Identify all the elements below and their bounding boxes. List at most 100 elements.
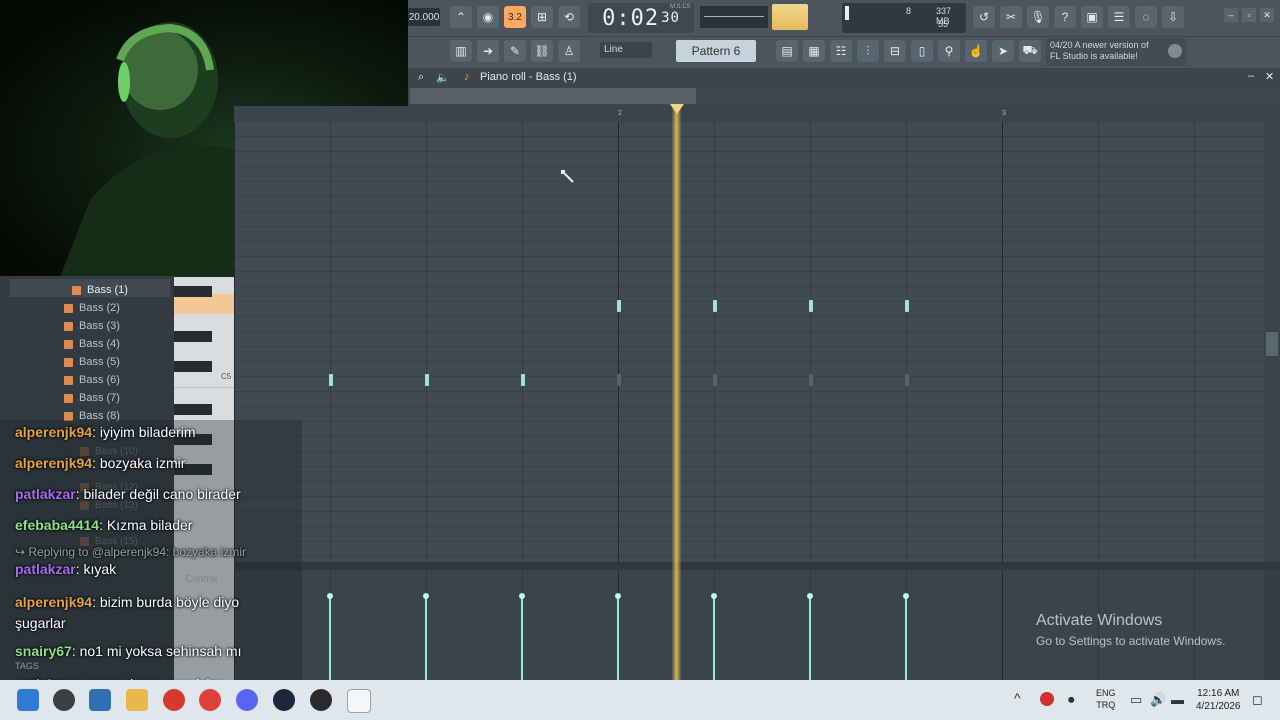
notification-icon[interactable]: ◻	[1252, 692, 1263, 708]
plugin-icon[interactable]: ⚲	[938, 40, 960, 62]
pattern-song-toggle[interactable]: 3.2	[504, 6, 526, 28]
obs-icon[interactable]	[310, 689, 332, 711]
black-key[interactable]	[174, 286, 212, 297]
speaker-icon[interactable]: 🔈	[436, 71, 450, 84]
velocity-stem[interactable]	[327, 593, 333, 680]
note[interactable]	[425, 374, 429, 386]
chat-username[interactable]: alperenjk94	[15, 594, 92, 610]
piano-roll-close-icon[interactable]: ✕	[1265, 70, 1274, 83]
chat-icon[interactable]: ◌	[1135, 6, 1157, 28]
channel-rack-icon[interactable]: ☷	[830, 40, 852, 62]
cut-icon[interactable]: ✂	[1000, 6, 1022, 28]
minimize-icon[interactable]: –	[1224, 8, 1238, 22]
search-icon[interactable]	[53, 689, 75, 711]
velocity-stem[interactable]	[615, 593, 621, 680]
browser-item[interactable]: Bass (7)	[64, 390, 120, 406]
tempo-display[interactable]: 20.000	[408, 8, 440, 26]
brush-icon[interactable]: ✎	[504, 40, 526, 62]
note[interactable]	[713, 300, 717, 312]
touch-icon[interactable]: ☝	[965, 40, 987, 62]
discord-icon[interactable]	[236, 689, 258, 711]
note[interactable]	[521, 374, 525, 386]
magnifier-icon[interactable]: ⌕	[418, 71, 424, 84]
browser-item[interactable]: Bass (2)	[64, 300, 120, 316]
microphone-tray-icon[interactable]: ⏺	[1068, 692, 1075, 708]
velocity-stem[interactable]	[423, 593, 429, 680]
browser-item[interactable]: Bass (1)	[72, 282, 128, 298]
browser-item[interactable]: Bass (3)	[64, 318, 120, 334]
event-editor-divider[interactable]	[234, 562, 1280, 570]
note[interactable]	[905, 300, 909, 312]
battery-icon[interactable]: ▬	[1171, 692, 1184, 707]
black-key[interactable]	[174, 361, 212, 372]
black-key[interactable]	[174, 331, 212, 342]
file-explorer-icon[interactable]	[126, 689, 148, 711]
wait-record-icon[interactable]: ◉	[477, 6, 499, 28]
horizontal-scroll-thumb[interactable]	[410, 88, 696, 104]
restore-icon[interactable]: ▫	[1242, 8, 1256, 22]
velocity-stem[interactable]	[903, 593, 909, 680]
black-key[interactable]	[174, 404, 212, 415]
chat-username[interactable]: patlakzar	[15, 561, 76, 577]
vertical-scrollbar[interactable]	[1264, 106, 1280, 562]
opera-icon[interactable]	[199, 689, 221, 711]
browser-item[interactable]: Bass (5)	[64, 354, 120, 370]
clock[interactable]: 12:16 AM 4/21/2026	[1196, 687, 1241, 713]
velocity-stem[interactable]	[711, 593, 717, 680]
stamp-icon[interactable]: ♙	[558, 40, 580, 62]
close-icon[interactable]: ✕	[1260, 8, 1274, 22]
note[interactable]	[617, 300, 621, 312]
files-icon[interactable]: ▯	[911, 40, 933, 62]
cart-icon[interactable]: ⛟	[1019, 40, 1041, 62]
cpu-monitor[interactable]: 8 337 MB 55	[842, 3, 966, 33]
render-icon[interactable]: ☰	[1108, 6, 1130, 28]
send-icon[interactable]: ➤	[992, 40, 1014, 62]
download-icon[interactable]: ⇩	[1162, 6, 1184, 28]
microphone-icon[interactable]: 🎙	[1027, 6, 1049, 28]
chat-username[interactable]: alperenjk94	[15, 455, 92, 471]
notepad-icon[interactable]	[347, 689, 371, 713]
note[interactable]	[809, 300, 813, 312]
playlist-icon[interactable]: ▤	[776, 40, 798, 62]
browser-item[interactable]: Bass (4)	[64, 336, 120, 352]
snap-select[interactable]: Line	[600, 42, 652, 58]
undo-icon[interactable]: ↺	[973, 6, 995, 28]
fl-logo-icon[interactable]	[1168, 44, 1182, 58]
tray-chevron-icon[interactable]: ^	[1014, 690, 1021, 706]
piano-icon[interactable]: ▥	[450, 40, 472, 62]
store-icon[interactable]	[89, 689, 111, 711]
playhead[interactable]	[672, 106, 681, 680]
arrow-right-icon[interactable]: ➜	[477, 40, 499, 62]
news-panel[interactable]: 04/20 A newer version of FL Studio is av…	[1046, 38, 1186, 66]
link-icon[interactable]: ⛓	[531, 40, 553, 62]
steam-icon[interactable]	[273, 689, 295, 711]
chat-username[interactable]: patlakzar	[15, 486, 76, 502]
volume-icon[interactable]: 🔊	[1150, 692, 1166, 708]
chat-username[interactable]: efebaba4414	[15, 517, 99, 533]
chat-username[interactable]: snairy67	[15, 643, 72, 659]
note[interactable]	[329, 374, 333, 386]
piano-roll-minimize-icon[interactable]: –	[1248, 70, 1254, 82]
note-grid[interactable]	[234, 122, 1264, 562]
master-volume[interactable]	[772, 4, 808, 30]
yandex-icon[interactable]	[163, 689, 185, 711]
start-icon[interactable]	[17, 689, 39, 711]
step-edit-icon[interactable]: ⊞	[531, 6, 553, 28]
help-icon[interactable]: ?	[1054, 6, 1076, 28]
velocity-stem[interactable]	[519, 593, 525, 680]
vertical-scroll-thumb[interactable]	[1266, 332, 1278, 356]
save-icon[interactable]: ▣	[1081, 6, 1103, 28]
browser-icon[interactable]: ⊟	[884, 40, 906, 62]
browser-item[interactable]: Bass (6)	[64, 372, 120, 388]
playhead-marker[interactable]	[670, 104, 684, 114]
chat-username[interactable]: alperenjk94	[15, 424, 92, 440]
tray-app-icon[interactable]	[1040, 692, 1054, 706]
mixer-icon[interactable]: ⫶	[857, 40, 879, 62]
loop-record-icon[interactable]: ⟲	[558, 6, 580, 28]
time-ruler[interactable]: 2 3	[234, 106, 1264, 122]
network-icon[interactable]: ▭	[1130, 692, 1142, 708]
language-indicator[interactable]: ENG TRQ	[1096, 687, 1116, 711]
piano-roll-icon[interactable]: ▦	[803, 40, 825, 62]
pattern-selector[interactable]: Pattern 6	[676, 40, 756, 62]
metronome-icon[interactable]: ⌃	[450, 6, 472, 28]
